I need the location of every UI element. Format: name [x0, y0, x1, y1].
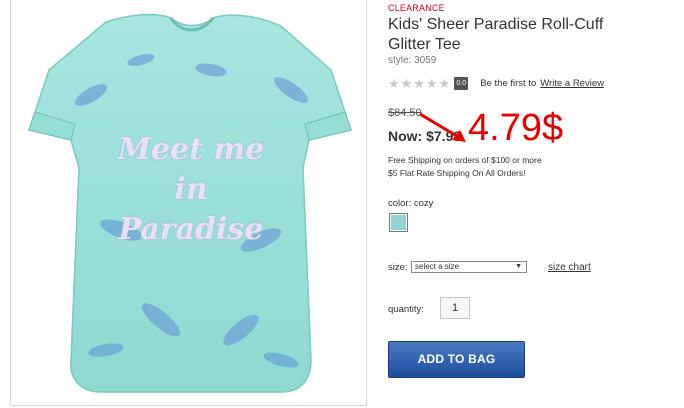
write-review-link[interactable]: Write a Review: [540, 78, 604, 89]
clearance-badge: CLEARANCE: [388, 3, 445, 13]
color-value: cozy: [413, 198, 434, 209]
star-icon: ★: [425, 76, 438, 91]
free-shipping-text: Free Shipping on orders of $100 or more: [388, 155, 542, 165]
size-select-value: select a size: [415, 262, 460, 271]
product-style-number: style: 3059: [388, 55, 437, 66]
star-icon: ★: [388, 76, 400, 91]
rating-score: 0.0: [454, 77, 469, 90]
quantity-input[interactable]: 1: [440, 297, 470, 319]
product-title: Kids' Sheer Paradise Roll-Cuff Glitter T…: [388, 16, 604, 53]
tee-graphic-text: Meet me in Paradise: [117, 132, 265, 247]
color-label-text: color:: [388, 198, 412, 209]
swatch-fill: [391, 215, 406, 230]
star-icon: ★: [400, 76, 413, 91]
quantity-label: quantity:: [388, 304, 424, 315]
flat-rate-shipping-text: $5 Flat Rate Shipping On All Orders!: [388, 168, 526, 178]
add-to-bag-button[interactable]: ADD TO BAG: [388, 341, 525, 378]
annotated-price: 4.79$: [468, 107, 564, 149]
chevron-down-icon: ▼: [515, 263, 522, 270]
color-label: color: cozy: [388, 198, 433, 209]
product-info-panel: CLEARANCE Kids' Sheer Paradise Roll-Cuff…: [388, 0, 684, 408]
product-image[interactable]: Meet me in Paradise: [10, 0, 367, 406]
size-select[interactable]: select a size ▼: [411, 261, 527, 273]
color-swatch-cozy[interactable]: [389, 213, 408, 232]
red-arrow-icon: [419, 112, 466, 142]
star-icon: ★: [413, 76, 425, 91]
size-label: size:: [388, 262, 408, 273]
size-chart-link[interactable]: size chart: [548, 262, 591, 273]
star-icon: ★: [438, 76, 451, 91]
be-first-text: Be the first to: [480, 78, 537, 89]
rating-row: ★ ★ ★ ★ ★ 0.0 Be the first to Write a Re…: [388, 77, 604, 90]
